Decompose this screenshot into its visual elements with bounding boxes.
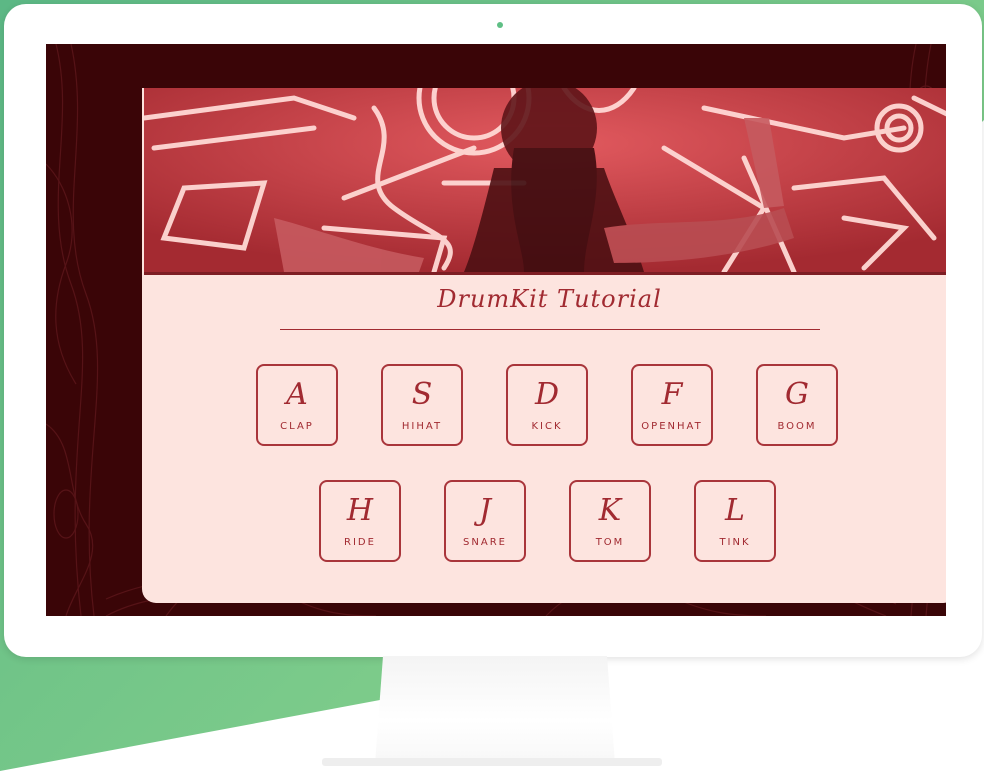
drum-key-f[interactable]: F OPENHAT [631, 364, 713, 446]
key-sound-label: HIHAT [401, 421, 443, 432]
drum-key-d[interactable]: D KICK [506, 364, 588, 446]
title-divider [280, 329, 820, 330]
key-sound-label: OPENHAT [641, 421, 703, 432]
neon-lights-image [144, 88, 946, 272]
key-sound-label: CLAP [280, 421, 314, 432]
key-sound-label: TOM [595, 537, 625, 548]
key-letter: H [346, 493, 374, 528]
page-title: DrumKit Tutorial [437, 285, 662, 313]
key-sound-label: TINK [719, 537, 751, 548]
key-sound-label: KICK [531, 421, 563, 432]
drum-key-g[interactable]: G BOOM [756, 364, 838, 446]
key-letter: K [598, 493, 622, 528]
drum-key-l[interactable]: L TINK [694, 480, 776, 562]
drum-key-s[interactable]: S HIHAT [381, 364, 463, 446]
drum-key-j[interactable]: J SNARE [444, 480, 526, 562]
key-sound-label: BOOM [777, 421, 817, 432]
key-letter: J [478, 493, 492, 528]
drum-key-h[interactable]: H RIDE [319, 480, 401, 562]
drum-key-a[interactable]: A CLAP [256, 364, 338, 446]
key-letter: S [411, 377, 433, 412]
key-sound-label: RIDE [344, 537, 376, 548]
key-letter: F [661, 377, 683, 412]
drum-key-k[interactable]: K TOM [569, 480, 651, 562]
key-letter: L [725, 493, 745, 528]
hero-image [144, 88, 946, 275]
monitor-stand [375, 656, 615, 764]
monitor-stand-base [322, 758, 662, 766]
key-letter: G [785, 377, 809, 412]
key-letter: D [534, 377, 560, 412]
drumkit-card: DrumKit Tutorial A CLAP S HIHAT D KICK F… [142, 88, 946, 603]
screen: DrumKit Tutorial A CLAP S HIHAT D KICK F… [46, 44, 946, 616]
key-sound-label: SNARE [463, 537, 507, 548]
key-letter: A [286, 377, 308, 412]
camera-dot [497, 22, 503, 28]
